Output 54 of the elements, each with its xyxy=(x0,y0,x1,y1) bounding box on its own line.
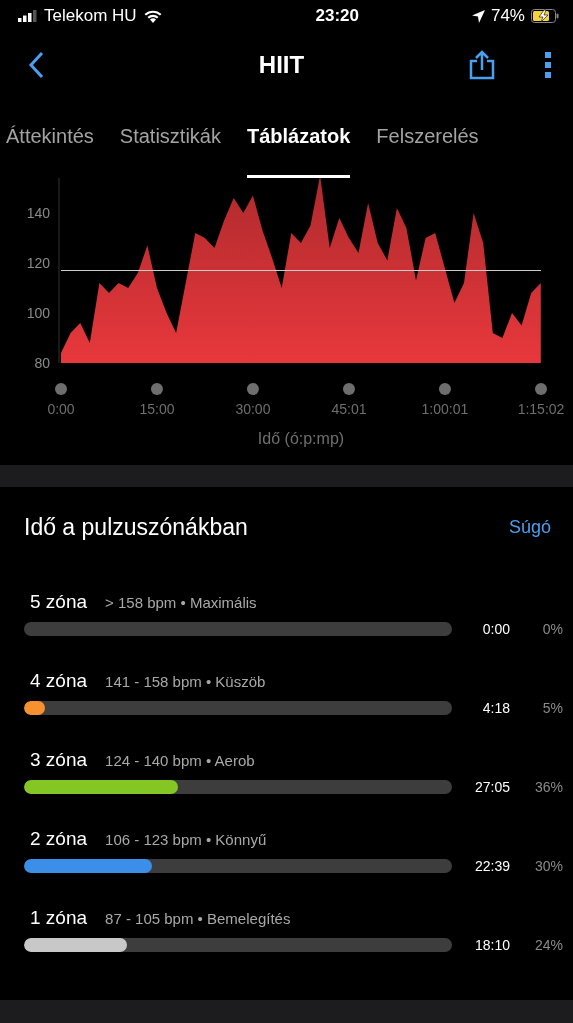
zone-range: 141 - 158 bpm • Küszöb xyxy=(105,673,266,690)
zone-range: 124 - 140 bpm • Aerob xyxy=(105,752,255,769)
zone-time: 4:18 xyxy=(481,700,510,716)
zone-percent: 0% xyxy=(541,621,563,637)
tick-dot xyxy=(55,383,67,395)
zone-range: 87 - 105 bpm • Bemelegítés xyxy=(105,910,291,927)
page-title: HIIT xyxy=(258,51,305,79)
x-tick-label: 30:00 xyxy=(235,401,271,417)
zone-percent: 36% xyxy=(533,779,563,795)
signal-icon xyxy=(18,10,38,22)
zone-time: 22:39 xyxy=(473,858,510,874)
location-arrow-icon xyxy=(471,9,485,23)
back-icon[interactable] xyxy=(28,51,44,79)
zone-time: 0:00 xyxy=(481,621,510,637)
zone-time: 27:05 xyxy=(473,779,510,795)
y-tick-label: 80 xyxy=(34,355,50,371)
zone-name: 2 zóna xyxy=(30,828,88,850)
tick-dot xyxy=(535,383,547,395)
zone-name: 1 zóna xyxy=(30,907,88,929)
tab[interactable]: Felszerelés xyxy=(376,98,479,178)
x-tick-label: 1:15:02 xyxy=(517,401,565,417)
x-tick-label: 45:01 xyxy=(331,401,367,417)
zone-percent: 5% xyxy=(541,700,563,716)
axis-title: Idő (ó:p:mp) xyxy=(257,430,345,447)
zone-range: 106 - 123 bpm • Könnyű xyxy=(105,831,267,848)
zone-name: 5 zóna xyxy=(30,591,88,613)
zone-name: 4 zóna xyxy=(30,670,88,692)
x-tick-label: 15:00 xyxy=(139,401,175,417)
y-tick-label: 100 xyxy=(26,305,50,321)
zone-time: 18:10 xyxy=(473,937,510,953)
clock-time: 23:20 xyxy=(315,6,359,26)
section-title: Idő a pulzuszónákban xyxy=(24,513,248,541)
tab[interactable]: Áttekintés xyxy=(6,98,94,178)
battery-percent: 74% xyxy=(490,6,525,26)
help-link[interactable]: Súgó xyxy=(508,516,551,538)
zone-percent: 24% xyxy=(533,937,563,953)
tick-dot xyxy=(150,383,163,395)
y-tick-label: 140 xyxy=(26,205,50,221)
zone-percent: 30% xyxy=(533,858,563,874)
x-tick-label: 1:00:01 xyxy=(421,401,469,417)
share-icon[interactable] xyxy=(469,50,495,80)
tab[interactable]: Statisztikák xyxy=(119,98,221,178)
tab[interactable]: Táblázatok xyxy=(247,98,351,178)
x-tick-label: 0:00 xyxy=(47,401,75,417)
y-tick-label: 120 xyxy=(26,255,50,271)
tick-dot xyxy=(438,383,451,395)
zone-name: 3 zóna xyxy=(30,749,88,771)
carrier-name: Telekom HU xyxy=(44,6,137,26)
tick-dot xyxy=(343,383,355,395)
wifi-icon xyxy=(142,9,163,23)
tick-dot xyxy=(246,383,259,395)
battery-icon xyxy=(531,9,559,23)
more-icon[interactable] xyxy=(545,52,551,78)
zone-range: > 158 bpm • Maximális xyxy=(105,594,257,611)
